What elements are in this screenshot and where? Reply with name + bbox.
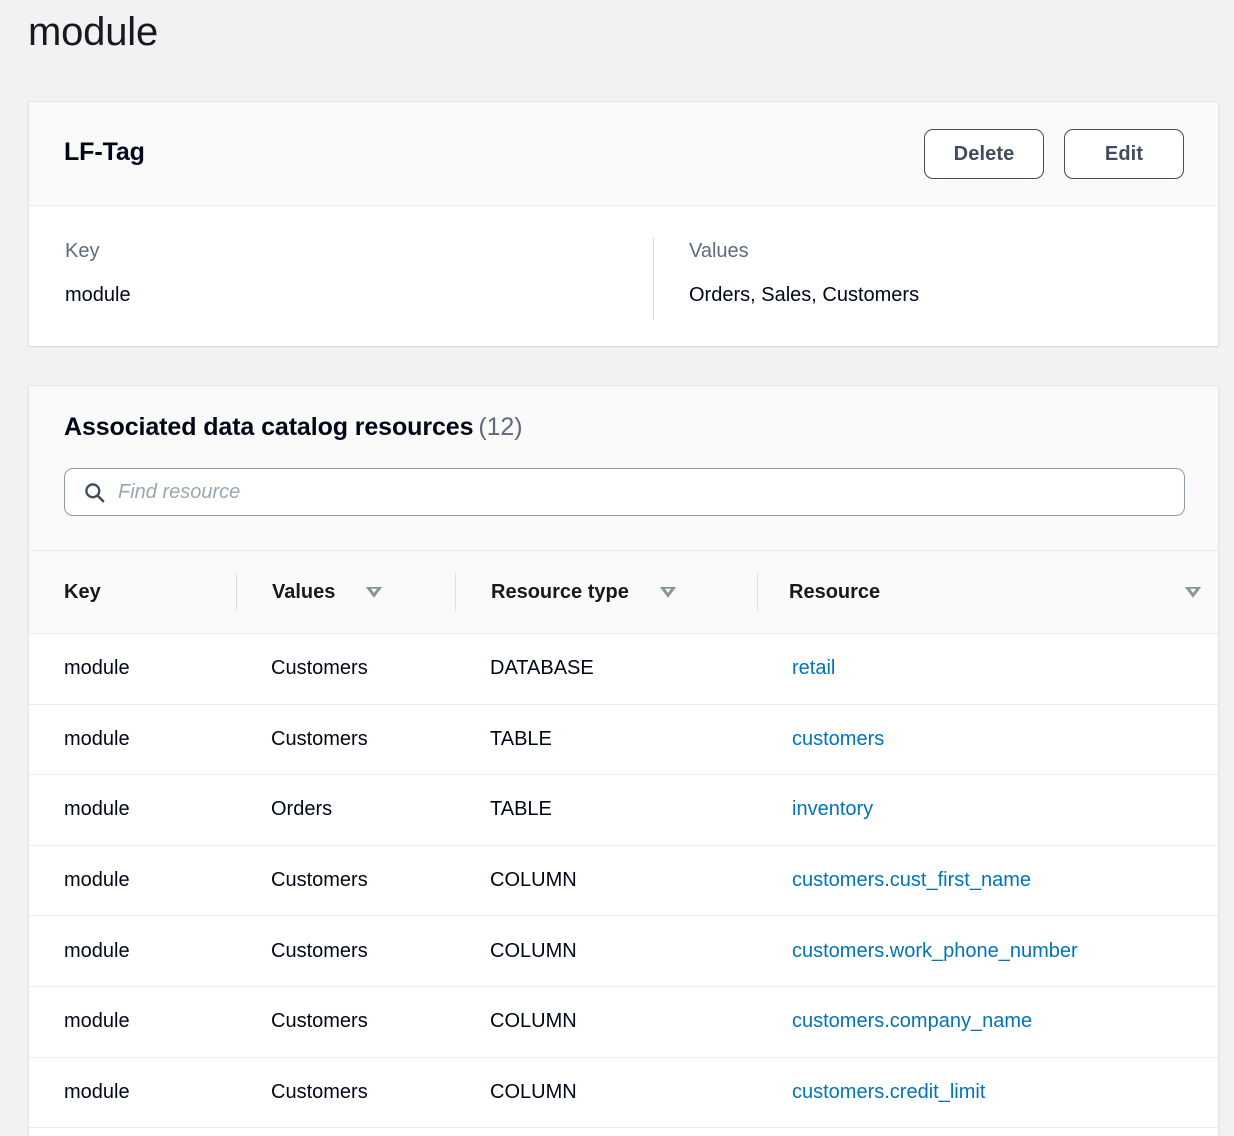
column-header-values[interactable]: Values — [236, 551, 455, 634]
cell-values: Orders — [236, 775, 455, 846]
cell-key: module — [29, 634, 236, 705]
cell-values: Customers — [236, 986, 455, 1057]
cell-values: Customers — [236, 845, 455, 916]
lf-tag-key-value: module — [65, 281, 131, 309]
sort-down-icon[interactable] — [363, 581, 385, 603]
resource-link[interactable]: customers.work_phone_number — [792, 940, 1078, 962]
column-divider — [757, 573, 758, 611]
cell-key: module — [29, 986, 236, 1057]
search-input[interactable] — [118, 481, 1172, 504]
sort-down-icon[interactable] — [1182, 581, 1204, 603]
cell-values: Customers — [236, 1057, 455, 1128]
edit-button[interactable]: Edit — [1064, 129, 1184, 179]
search-icon — [84, 482, 105, 503]
column-divider — [236, 573, 237, 611]
cell-resource-type: COLUMN — [455, 1057, 757, 1128]
lf-tag-card-body: Key module Values Orders, Sales, Custome… — [29, 206, 1218, 346]
lf-tag-key-group: Key module — [65, 237, 131, 309]
resource-link[interactable]: inventory — [792, 798, 873, 820]
cell-resource: customers — [757, 704, 1218, 775]
cell-resource: customers.company_name — [757, 986, 1218, 1057]
table-row: moduleCustomersCOLUMN customers.credit_li… — [29, 1057, 1218, 1128]
cell-resource: retail — [757, 634, 1218, 705]
cell-values: Customers — [236, 634, 455, 705]
cell-values: Customers — [236, 704, 455, 775]
delete-button[interactable]: Delete — [924, 129, 1044, 179]
lf-tag-card-title: LF-Tag — [64, 138, 145, 167]
table-row: moduleCustomersTABLE customers — [29, 704, 1218, 775]
lf-tag-values-label: Values — [689, 237, 919, 265]
lf-tag-values-group: Values Orders, Sales, Customers — [689, 237, 919, 309]
cell-resource-type: COLUMN — [455, 916, 757, 987]
resource-link[interactable]: retail — [792, 657, 835, 679]
column-header-resource-type[interactable]: Resource type — [455, 551, 757, 634]
lf-tag-key-label: Key — [65, 237, 131, 265]
cell-key: module — [29, 704, 236, 775]
cell-values: Customers — [236, 916, 455, 987]
lf-tag-card: LF-Tag Delete Edit Key module Values Ord… — [28, 101, 1219, 346]
associated-resources-title: Associated data catalog resources(12) — [64, 413, 522, 442]
column-header-values-label: Values — [272, 581, 335, 604]
cell-resource-type: TABLE — [455, 775, 757, 846]
table-header-row: Key Values — [29, 551, 1218, 634]
table-body: moduleCustomersDATABASEretailmoduleCusto… — [29, 634, 1218, 1128]
cell-key: module — [29, 916, 236, 987]
associated-resources-count: (12) — [478, 413, 522, 441]
column-header-resource-label: Resource — [789, 581, 880, 604]
resource-link[interactable]: customers.cust_first_name — [792, 869, 1031, 891]
table-row: moduleOrdersTABLE inventory — [29, 775, 1218, 846]
cell-resource-type: DATABASE — [455, 634, 757, 705]
cell-resource-type: TABLE — [455, 704, 757, 775]
cell-resource: inventory — [757, 775, 1218, 846]
sort-down-icon[interactable] — [657, 581, 679, 603]
table-row: moduleCustomersCOLUMN customers.work_phon… — [29, 916, 1218, 987]
lf-tag-actions: Delete Edit — [924, 129, 1184, 179]
cell-resource-type: COLUMN — [455, 845, 757, 916]
column-header-resource-type-label: Resource type — [491, 581, 629, 604]
column-header-key: Key — [29, 551, 236, 634]
lf-tag-detail-divider — [653, 238, 654, 320]
page-title: module — [28, 4, 158, 60]
cell-resource: customers.work_phone_number — [757, 916, 1218, 987]
column-header-resource[interactable]: Resource — [757, 551, 1218, 634]
lf-tag-values-value: Orders, Sales, Customers — [689, 281, 919, 309]
associated-resources-title-text: Associated data catalog resources — [64, 413, 473, 441]
resource-link[interactable]: customers.credit_limit — [792, 1081, 985, 1103]
find-resource-search[interactable] — [64, 468, 1185, 516]
resource-link[interactable]: customers.company_name — [792, 1010, 1032, 1032]
associated-resources-header: Associated data catalog resources(12) — [29, 386, 1218, 551]
column-divider — [455, 573, 456, 611]
column-header-key-label: Key — [64, 581, 101, 604]
cell-key: module — [29, 1057, 236, 1128]
cell-resource: customers.credit_limit — [757, 1057, 1218, 1128]
cell-resource: customers.cust_first_name — [757, 845, 1218, 916]
table-header: Key Values — [29, 551, 1218, 634]
table-row: moduleCustomersCOLUMN customers.cust_firs… — [29, 845, 1218, 916]
lake-formation-lf-tag-page: module LF-Tag Delete Edit Key module Val… — [0, 0, 1234, 1136]
cell-resource-type: COLUMN — [455, 986, 757, 1057]
associated-resources-table: Key Values — [29, 551, 1218, 1128]
resource-link[interactable]: customers — [792, 728, 884, 750]
table-row: moduleCustomersCOLUMN customers.company_n… — [29, 986, 1218, 1057]
cell-key: module — [29, 845, 236, 916]
table-row: moduleCustomersDATABASE retail — [29, 634, 1218, 705]
associated-resources-card: Associated data catalog resources(12) Ke… — [28, 385, 1219, 1136]
cell-key: module — [29, 775, 236, 846]
lf-tag-card-header: LF-Tag Delete Edit — [29, 102, 1218, 206]
